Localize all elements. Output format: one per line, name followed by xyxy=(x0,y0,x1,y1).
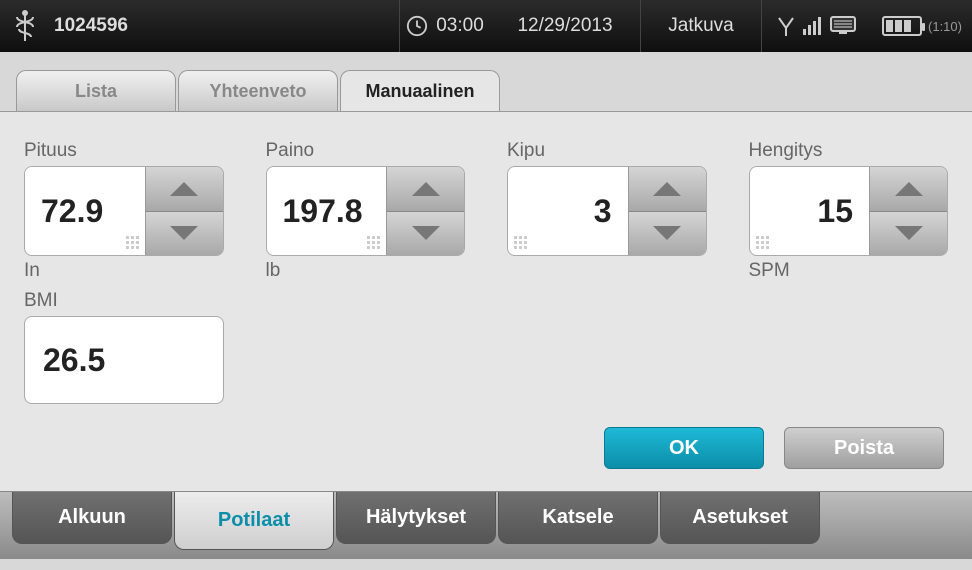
nav-potilaat[interactable]: Potilaat xyxy=(174,492,334,550)
pain-label: Kipu xyxy=(507,140,707,162)
grip-icon xyxy=(126,236,139,249)
resp-field: Hengitys 15 SPM xyxy=(749,140,949,282)
resp-unit: SPM xyxy=(749,260,949,282)
connectivity-icons xyxy=(762,15,872,37)
bmi-field: BMI 26.5 xyxy=(24,290,224,404)
nav-asetukset[interactable]: Asetukset xyxy=(660,492,820,544)
grip-icon xyxy=(756,236,769,249)
battery-icon xyxy=(882,16,922,36)
grip-icon xyxy=(367,236,380,249)
content-area: Pituus 72.9 In Paino 197.8 xyxy=(0,111,972,491)
date-value[interactable]: 12/29/2013 xyxy=(490,15,640,37)
resp-stepper: 15 xyxy=(749,166,949,256)
time-value: 03:00 xyxy=(436,15,484,37)
nav-katsele[interactable]: Katsele xyxy=(498,492,658,544)
tab-lista[interactable]: Lista xyxy=(16,70,176,112)
resp-label: Hengitys xyxy=(749,140,949,162)
clock-area[interactable]: 03:00 xyxy=(400,15,490,37)
resp-down-button[interactable] xyxy=(869,212,947,256)
antenna-icon xyxy=(777,16,795,36)
height-value[interactable]: 72.9 xyxy=(25,167,145,255)
height-unit: In xyxy=(24,260,224,282)
fields-row: Pituus 72.9 In Paino 197.8 xyxy=(24,140,948,282)
height-up-button[interactable] xyxy=(145,167,223,212)
tab-manuaalinen[interactable]: Manuaalinen xyxy=(340,70,500,112)
height-label: Pituus xyxy=(24,140,224,162)
delete-button[interactable]: Poista xyxy=(784,427,944,469)
battery-status: (1:10) xyxy=(872,16,972,36)
weight-down-button[interactable] xyxy=(386,212,464,256)
signal-bars-icon xyxy=(803,17,821,35)
pain-up-button[interactable] xyxy=(628,167,706,212)
weight-unit: lb xyxy=(266,260,466,282)
pain-stepper: 3 xyxy=(507,166,707,256)
bmi-value: 26.5 xyxy=(24,316,224,404)
tab-yhteenveto[interactable]: Yhteenveto xyxy=(178,70,338,112)
caduceus-icon xyxy=(0,9,50,43)
battery-time: (1:10) xyxy=(928,19,962,34)
weight-up-button[interactable] xyxy=(386,167,464,212)
pain-down-button[interactable] xyxy=(628,212,706,256)
weight-stepper: 197.8 xyxy=(266,166,466,256)
bottom-nav: Alkuun Potilaat Hälytykset Katsele Asetu… xyxy=(0,491,972,559)
weight-field: Paino 197.8 lb xyxy=(266,140,466,282)
height-stepper: 72.9 xyxy=(24,166,224,256)
weight-label: Paino xyxy=(266,140,466,162)
clock-icon xyxy=(406,15,428,37)
patient-id[interactable]: 1024596 xyxy=(50,15,399,37)
height-field: Pituus 72.9 In xyxy=(24,140,224,282)
pain-field: Kipu 3 xyxy=(507,140,707,282)
header-bar: 1024596 03:00 12/29/2013 Jatkuva (1:10) xyxy=(0,0,972,52)
height-down-button[interactable] xyxy=(145,212,223,256)
nav-halytykset[interactable]: Hälytykset xyxy=(336,492,496,544)
monitor-icon xyxy=(829,15,857,37)
weight-value[interactable]: 197.8 xyxy=(267,167,387,255)
resp-up-button[interactable] xyxy=(869,167,947,212)
bmi-label: BMI xyxy=(24,290,224,312)
grip-icon xyxy=(514,236,527,249)
ok-button[interactable]: OK xyxy=(604,427,764,469)
action-buttons: OK Poista xyxy=(604,427,944,469)
mode-value[interactable]: Jatkuva xyxy=(641,15,761,37)
resp-value[interactable]: 15 xyxy=(750,167,870,255)
top-tabs: Lista Yhteenveto Manuaalinen xyxy=(0,52,972,112)
nav-alkuun[interactable]: Alkuun xyxy=(12,492,172,544)
pain-value[interactable]: 3 xyxy=(508,167,628,255)
